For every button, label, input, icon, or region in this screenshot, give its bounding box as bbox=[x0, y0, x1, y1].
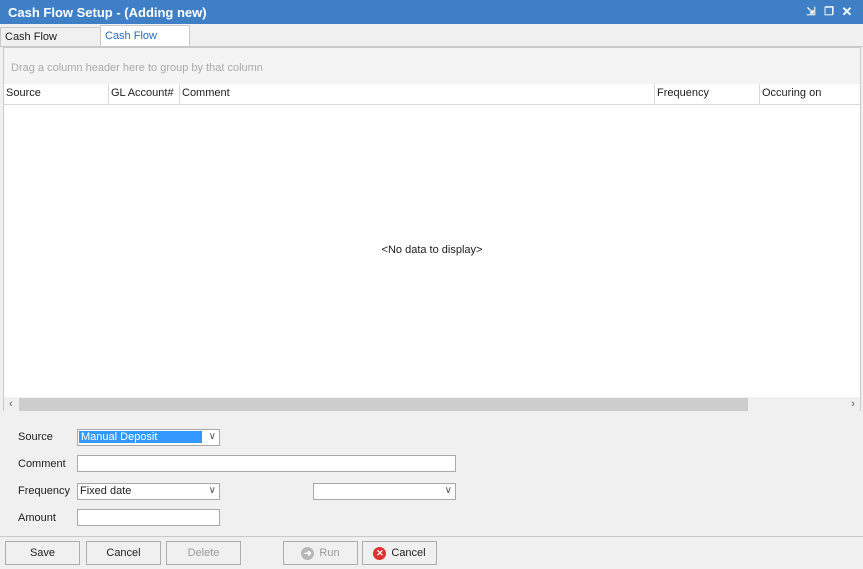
save-button[interactable]: Save bbox=[5, 541, 80, 565]
column-divider bbox=[179, 84, 180, 104]
group-hint-text: Drag a column header here to group by th… bbox=[11, 62, 263, 74]
pin-icon[interactable]: ⇲ bbox=[804, 4, 818, 20]
group-by-panel[interactable]: Drag a column header here to group by th… bbox=[4, 48, 860, 84]
window-titlebar: Cash Flow Setup - (Adding new) ⇲ ❐ ✕ bbox=[0, 0, 863, 24]
delete-button[interactable]: Delete bbox=[166, 541, 241, 565]
empty-grid-message: <No data to display> bbox=[381, 244, 483, 256]
frequency-detail-select[interactable]: ∨ bbox=[313, 483, 456, 500]
scroll-left-icon[interactable]: ‹ bbox=[4, 397, 18, 411]
source-select[interactable]: Manual Deposit ∨ bbox=[77, 429, 220, 446]
run-label: Run bbox=[319, 547, 340, 559]
source-value: Manual Deposit bbox=[79, 431, 202, 443]
chevron-down-icon: ∨ bbox=[208, 431, 216, 442]
data-grid: Drag a column header here to group by th… bbox=[3, 47, 861, 411]
window-title: Cash Flow Setup - (Adding new) bbox=[8, 5, 207, 20]
column-header-occuring-on[interactable]: Occuring on bbox=[762, 87, 821, 99]
frequency-select[interactable]: Fixed date ∨ bbox=[77, 483, 220, 500]
column-header-comment[interactable]: Comment bbox=[182, 87, 230, 99]
horizontal-scrollbar[interactable]: ‹ › bbox=[4, 397, 860, 411]
scrollbar-thumb[interactable] bbox=[19, 398, 748, 411]
tab-strip: Cash Flow Analysis Cash Flow Setup bbox=[0, 25, 863, 62]
save-label: Save bbox=[29, 547, 56, 559]
column-header-source[interactable]: Source bbox=[6, 87, 41, 99]
delete-label: Delete bbox=[187, 547, 220, 559]
amount-input[interactable] bbox=[77, 509, 220, 526]
frequency-value: Fixed date bbox=[80, 485, 132, 497]
cancel-button[interactable]: Cancel bbox=[86, 541, 161, 565]
comment-input[interactable] bbox=[77, 455, 456, 472]
button-bar-divider bbox=[0, 536, 863, 537]
chevron-down-icon: ∨ bbox=[444, 485, 452, 496]
close-icon[interactable]: ✕ bbox=[840, 4, 854, 20]
source-label: Source bbox=[18, 431, 53, 443]
run-button[interactable]: ➜ Run bbox=[283, 541, 358, 565]
column-divider bbox=[759, 84, 760, 104]
cancel-label: Cancel bbox=[106, 547, 141, 559]
comment-label: Comment bbox=[18, 458, 66, 470]
cancel-run-button[interactable]: ✕ Cancel bbox=[362, 541, 437, 565]
frequency-label: Frequency bbox=[18, 485, 70, 497]
column-divider bbox=[108, 84, 109, 104]
restore-icon[interactable]: ❐ bbox=[822, 4, 836, 20]
grid-header: Source GL Account# Comment Frequency Occ… bbox=[4, 84, 860, 105]
x-circle-icon: ✕ bbox=[373, 546, 387, 560]
tab-cash-flow-setup[interactable]: Cash Flow Setup bbox=[100, 25, 190, 62]
scroll-right-icon[interactable]: › bbox=[846, 397, 860, 411]
chevron-down-icon: ∨ bbox=[208, 485, 216, 496]
column-divider bbox=[654, 84, 655, 104]
cancel-run-label: Cancel bbox=[391, 547, 426, 559]
column-header-gl-account[interactable]: GL Account# bbox=[111, 87, 174, 99]
tab-cash-flow-analysis[interactable]: Cash Flow Analysis bbox=[0, 27, 102, 61]
column-header-frequency[interactable]: Frequency bbox=[657, 87, 709, 99]
arrow-right-circle-icon: ➜ bbox=[301, 546, 315, 560]
amount-label: Amount bbox=[18, 512, 56, 524]
